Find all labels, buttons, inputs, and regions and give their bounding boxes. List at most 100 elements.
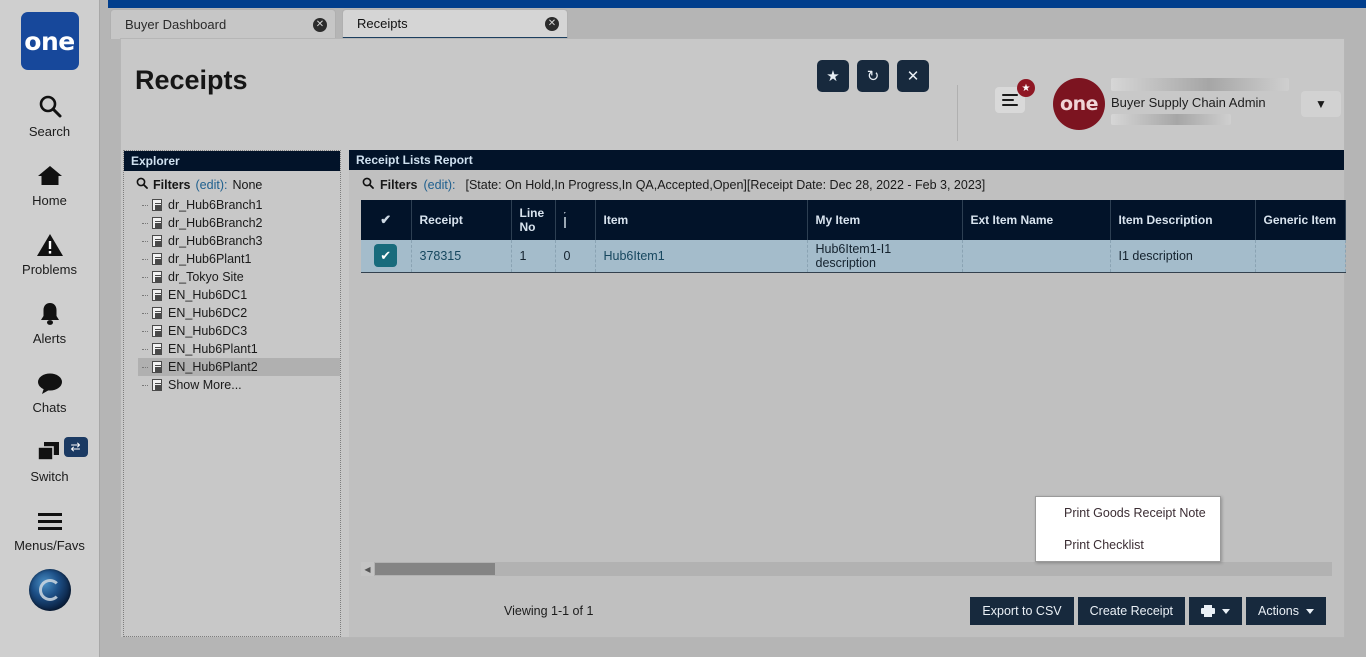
horizontal-scrollbar[interactable]: ◀ xyxy=(361,562,1332,576)
tree-node[interactable]: dr_Hub6Branch2 xyxy=(138,214,340,232)
column-header-select-all[interactable]: ✔ xyxy=(361,200,412,240)
document-icon xyxy=(152,289,162,301)
star-icon: ★ xyxy=(1021,82,1031,94)
rail-item-search[interactable]: Search xyxy=(0,92,100,139)
report-filters-edit-link[interactable]: (edit): xyxy=(424,178,456,192)
report-footer: Viewing 1-1 of 1 Export to CSV Create Re… xyxy=(349,590,1344,638)
user-company-redacted xyxy=(1111,78,1289,91)
viewing-count-label: Viewing 1-1 of 1 xyxy=(504,604,594,618)
chat-bubble-icon xyxy=(36,368,64,398)
warning-triangle-icon xyxy=(36,230,64,260)
explorer-panel: Explorer Filters (edit): None dr_Hub6Bra… xyxy=(123,150,341,637)
user-info-block: Buyer Supply Chain Admin xyxy=(1111,78,1301,125)
create-receipt-button[interactable]: Create Receipt xyxy=(1077,597,1185,625)
rail-label-orb: Menus/Favs xyxy=(14,538,85,553)
column-header-document[interactable] xyxy=(555,200,596,240)
explorer-tree: dr_Hub6Branch1 dr_Hub6Branch2 dr_Hub6Bra… xyxy=(124,196,340,394)
receipt-link[interactable]: 378315 xyxy=(420,249,462,263)
swap-arrows-icon[interactable]: ⇄ xyxy=(63,437,88,457)
tree-node[interactable]: dr_Tokyo Site xyxy=(138,268,340,286)
avatar[interactable]: one xyxy=(1053,78,1105,130)
column-header-item-description[interactable]: Item Description xyxy=(1110,200,1256,240)
close-circle-icon[interactable]: ✕ xyxy=(545,16,559,31)
table-row[interactable]: ✔ 378315 1 0 Hub6Item1 Hub6Item1-I1 desc… xyxy=(361,240,1346,273)
tree-node[interactable]: EN_Hub6DC3 xyxy=(138,322,340,340)
cell-receipt[interactable]: 378315 xyxy=(411,240,512,273)
orb-ring xyxy=(38,579,61,601)
item-link[interactable]: Hub6Item1 xyxy=(604,249,665,263)
refresh-button[interactable]: ↻ xyxy=(857,60,889,92)
explorer-filters-edit-link[interactable]: (edit): xyxy=(196,178,228,192)
tree-node[interactable]: EN_Hub6DC1 xyxy=(138,286,340,304)
refresh-icon: ↻ xyxy=(866,68,880,85)
tab-bar: Buyer Dashboard ✕ Receipts ✕ xyxy=(110,9,1366,39)
tree-node[interactable]: dr_Hub6Branch1 xyxy=(138,196,340,214)
tree-node[interactable]: EN_Hub6Plant1 xyxy=(138,340,340,358)
row-select-cell[interactable]: ✔ xyxy=(361,240,412,273)
actions-button[interactable]: Actions xyxy=(1246,597,1326,625)
rail-label-chats: Alerts xyxy=(32,331,67,346)
tree-node-show-more[interactable]: Show More... xyxy=(138,376,340,394)
rail-item-problems[interactable]: Problems xyxy=(0,230,100,277)
rail-item-chats[interactable]: Chats xyxy=(0,368,100,415)
globe-orb-icon[interactable] xyxy=(28,569,71,611)
favorite-button[interactable]: ★ xyxy=(817,60,849,92)
tab-label: Receipts xyxy=(357,16,408,31)
chevron-down-icon xyxy=(1222,608,1230,614)
user-menu-toggle[interactable]: ▼ xyxy=(1301,91,1341,117)
footer-action-buttons: Export to CSV Create Receipt Actions xyxy=(970,597,1326,625)
tab-label: Buyer Dashboard xyxy=(125,17,227,32)
cell-item-description: I1 description xyxy=(1110,240,1256,273)
rail-item-alerts[interactable]: Alerts xyxy=(0,299,100,346)
row-checkbox-checked[interactable]: ✔ xyxy=(374,244,398,268)
rail-label-menus-favs: Switch xyxy=(30,469,69,484)
column-header-receipt[interactable]: Receipt xyxy=(411,200,512,240)
tree-node-label: dr_Hub6Branch1 xyxy=(168,198,263,212)
explorer-filters-value: None xyxy=(232,177,263,192)
tree-node[interactable]: EN_Hub6DC2 xyxy=(138,304,340,322)
rail-label-problems: Home xyxy=(32,193,67,208)
receipt-table: ✔ Receipt Line No Item My Item Ext Item … xyxy=(361,200,1346,273)
rail-item-switch[interactable]: ⇄ Switch xyxy=(0,437,100,484)
column-header-my-item[interactable]: My Item xyxy=(807,200,963,240)
magnifier-icon xyxy=(362,177,374,192)
favorites-badge[interactable]: ★ xyxy=(1017,79,1035,97)
document-icon xyxy=(152,307,162,319)
tab-buyer-dashboard[interactable]: Buyer Dashboard ✕ xyxy=(110,9,336,39)
close-circle-icon[interactable]: ✕ xyxy=(313,17,327,32)
app-logo[interactable]: one xyxy=(20,12,79,70)
avatar-logo-text: one xyxy=(1060,93,1098,115)
rail-item-home[interactable]: Home xyxy=(0,161,100,208)
home-icon xyxy=(36,161,64,191)
document-icon xyxy=(152,217,162,229)
star-icon: ★ xyxy=(826,68,840,85)
report-panel: Receipt Lists Report Filters (edit): [St… xyxy=(349,150,1346,638)
menu-item-print-checklist[interactable]: Print Checklist xyxy=(1036,529,1220,561)
scrollbar-thumb[interactable] xyxy=(375,563,495,575)
export-to-csv-button[interactable]: Export to CSV xyxy=(970,597,1074,625)
caret-left-icon[interactable]: ◀ xyxy=(361,562,374,576)
tree-node-label: EN_Hub6DC2 xyxy=(168,306,248,320)
tree-node-label: dr_Hub6Branch3 xyxy=(168,234,263,248)
cell-my-item: Hub6Item1-I1 description xyxy=(807,240,963,273)
column-header-item[interactable]: Item xyxy=(595,200,808,240)
menu-item-print-goods-receipt-note[interactable]: Print Goods Receipt Note xyxy=(1036,497,1220,529)
rail-item-menus-favs[interactable]: Menus/Favs xyxy=(0,506,100,553)
document-icon xyxy=(152,361,162,373)
column-header-ext-item-name[interactable]: Ext Item Name xyxy=(962,200,1111,240)
cell-item[interactable]: Hub6Item1 xyxy=(595,240,808,273)
rail-label-alerts: Problems xyxy=(22,262,77,277)
column-header-line-no[interactable]: Line No xyxy=(511,200,556,240)
table-header-row: ✔ Receipt Line No Item My Item Ext Item … xyxy=(361,200,1346,240)
tree-node[interactable]: dr_Hub6Plant1 xyxy=(138,250,340,268)
cell-ext-item-name xyxy=(962,240,1111,273)
rail-label-search: Search xyxy=(28,124,71,139)
tree-node-selected[interactable]: EN_Hub6Plant2 xyxy=(138,358,340,376)
tab-receipts[interactable]: Receipts ✕ xyxy=(342,9,568,39)
tree-node[interactable]: dr_Hub6Branch3 xyxy=(138,232,340,250)
user-site-redacted xyxy=(1111,114,1231,125)
column-header-generic-item[interactable]: Generic Item xyxy=(1255,200,1346,240)
close-button[interactable]: ✕ xyxy=(897,60,929,92)
print-dropdown-menu: Print Goods Receipt Note Print Checklist xyxy=(1035,496,1221,562)
print-button[interactable] xyxy=(1189,597,1242,625)
